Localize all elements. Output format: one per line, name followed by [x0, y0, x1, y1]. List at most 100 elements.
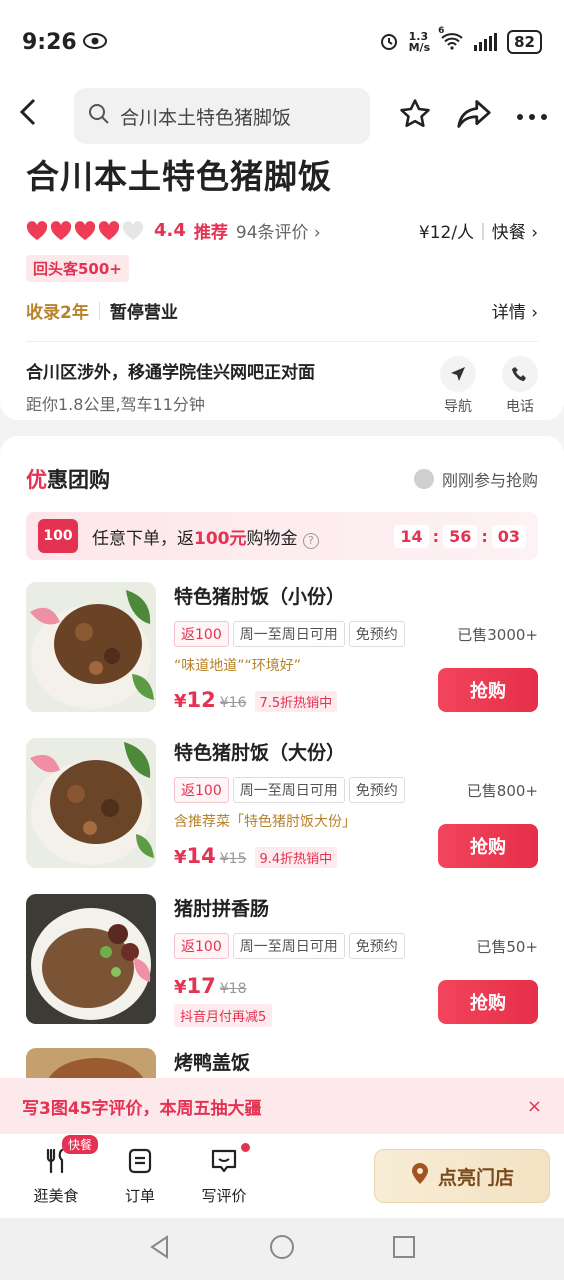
- deal-name: 猪肘拼香肠: [174, 898, 270, 920]
- deals-title: 优惠团购: [26, 468, 110, 492]
- sold-count: 已售50+: [476, 937, 538, 956]
- recents-square-icon[interactable]: [391, 1234, 417, 1264]
- review-chat-icon: [209, 1147, 239, 1179]
- current-price: ¥14: [174, 844, 216, 868]
- search-text: 合川本土特色猪脚饭: [120, 106, 292, 129]
- shop-info-card: 合川本土特色猪脚饭 4.4 推荐 94条评价 › ¥12/人 | 快餐 › 回头…: [0, 148, 564, 420]
- rating-hearts: [26, 220, 144, 241]
- light-up-store-button[interactable]: 点亮门店: [374, 1149, 550, 1203]
- no-reservation-tag: 免预约: [348, 621, 405, 647]
- call-button[interactable]: 电话: [502, 356, 538, 416]
- back-triangle-icon[interactable]: [147, 1234, 173, 1264]
- deal-name: 烤鸭盖饭: [174, 1052, 251, 1074]
- shop-title: 合川本土特色猪脚饭: [26, 157, 332, 196]
- business-status: 暂停营业: [109, 303, 178, 323]
- avatar: [413, 469, 434, 489]
- promo-bar[interactable]: 100 任意下单，返100元购物金 ? 14: 56: 03: [26, 512, 538, 560]
- original-price: ¥16: [219, 695, 247, 711]
- discount-badge: 7.5折热销中: [254, 691, 338, 712]
- address-row: 合川区涉外，移通学院佳兴网吧正对面 距你1.8公里,驾车11分钟 导航 电话: [26, 356, 538, 416]
- system-nav-bar: [0, 1218, 564, 1280]
- navigate-button[interactable]: 导航: [440, 356, 476, 416]
- navigation-arrow-icon: [440, 356, 476, 392]
- heart-empty-icon: [122, 220, 144, 240]
- chevron-left-icon: [19, 98, 36, 126]
- return-tag: 返100: [174, 933, 229, 959]
- promo-text: 任意下单，返100元购物金 ?: [92, 524, 319, 549]
- deal-item[interactable]: 特色猪肘饭（大份） 返100 周一至周日可用 免预约 已售800+ 含推荐菜「特…: [26, 738, 538, 868]
- alarm-icon: [379, 31, 399, 54]
- time-text: 9:26: [22, 29, 77, 55]
- nav-orders[interactable]: 订单: [98, 1147, 182, 1206]
- fast-food-badge: 快餐: [62, 1134, 98, 1154]
- heart-icon: [50, 220, 72, 240]
- return-tag: 返100: [174, 621, 229, 647]
- douyin-pay-tag: 抖音月付再减5: [174, 1004, 273, 1027]
- net-speed: 1.3 M/s: [408, 30, 431, 54]
- food-photo: [26, 894, 156, 1024]
- back-button[interactable]: [16, 96, 56, 136]
- signal-icon: [474, 33, 498, 51]
- discount-badge: 9.4折热销中: [254, 847, 338, 868]
- deal-item[interactable]: 烤鸭盖饭: [26, 1048, 538, 1078]
- current-price: ¥17: [174, 974, 216, 998]
- search-icon: [88, 103, 110, 130]
- share-icon[interactable]: [456, 97, 492, 135]
- deal-name: 特色猪肘饭（小份）: [174, 586, 346, 608]
- food-photo: [26, 582, 156, 712]
- heart-icon: [74, 220, 96, 240]
- status-bar: 9:26 1.3 M/s 6 82: [0, 0, 564, 84]
- deal-item[interactable]: 猪肘拼香肠 返100 周一至周日可用 免预约 已售50+ ¥17 ¥18 抖音月…: [26, 894, 538, 1027]
- nav-write-review[interactable]: 写评价: [182, 1142, 266, 1206]
- original-price: ¥18: [219, 981, 247, 997]
- order-list-icon: [126, 1147, 154, 1179]
- detail-link[interactable]: 详情 ›: [492, 298, 538, 323]
- help-icon: ?: [302, 532, 319, 549]
- deal-item[interactable]: 特色猪肘饭（小份） 返100 周一至周日可用 免预约 已售3000+ “味道地道…: [26, 582, 538, 712]
- bottom-nav: 快餐 逛美食 订单 写评价 点亮门店: [0, 1134, 564, 1218]
- review-promo-banner[interactable]: 写3图45字评价，本周五抽大疆 ×: [0, 1078, 564, 1134]
- reviews-link[interactable]: 94条评价 ›: [236, 218, 321, 243]
- price-row: ¥12 ¥16 7.5折热销中: [174, 688, 338, 712]
- sold-count: 已售3000+: [457, 625, 538, 644]
- location-pin-icon: [410, 1162, 430, 1190]
- top-bar: 合川本土特色猪脚饭: [0, 84, 564, 148]
- buy-button[interactable]: 抢购: [438, 668, 538, 712]
- current-price: ¥12: [174, 688, 216, 712]
- days-tag: 周一至周日可用: [232, 933, 345, 959]
- price-row: ¥14 ¥15 9.4折热销中: [174, 844, 338, 868]
- notification-dot: [241, 1142, 250, 1152]
- star-icon[interactable]: [398, 97, 432, 135]
- food-photo: [26, 1048, 156, 1078]
- home-circle-icon[interactable]: [268, 1233, 296, 1265]
- wifi-icon: 6: [438, 26, 464, 53]
- deal-name: 特色猪肘饭（大份）: [174, 742, 346, 764]
- search-input[interactable]: 合川本土特色猪脚饭: [74, 88, 370, 144]
- food-photo: [26, 738, 156, 868]
- buy-button[interactable]: 抢购: [438, 824, 538, 868]
- no-reservation-tag: 免预约: [348, 777, 405, 803]
- recommend-label: 推荐: [193, 223, 228, 243]
- nav-browse-food[interactable]: 快餐 逛美食: [14, 1134, 98, 1206]
- sold-count: 已售800+: [466, 781, 538, 800]
- joined-indicator: 刚刚参与抢购: [413, 467, 538, 491]
- status-time: 9:26: [22, 30, 107, 55]
- original-price: ¥15: [219, 851, 247, 867]
- price-row: ¥17 ¥18: [174, 974, 272, 998]
- status-icons: 1.3 M/s 6 82: [379, 26, 542, 54]
- more-icon[interactable]: [516, 107, 548, 126]
- return-tag: 返100: [174, 777, 229, 803]
- close-icon[interactable]: ×: [527, 1096, 542, 1117]
- no-reservation-tag: 免预约: [348, 933, 405, 959]
- buy-button[interactable]: 抢购: [438, 980, 538, 1024]
- avg-price: ¥12/人: [418, 223, 475, 243]
- address-text: 合川区涉外，移通学院佳兴网吧正对面: [26, 362, 315, 383]
- countdown-timer: 14: 56: 03: [394, 524, 526, 548]
- distance-text: 距你1.8公里,驾车11分钟: [26, 394, 205, 414]
- phone-icon: [502, 356, 538, 392]
- category-link[interactable]: 快餐 ›: [492, 218, 538, 243]
- battery-indicator: 82: [507, 30, 542, 54]
- rating-score: 4.4: [154, 220, 186, 241]
- status-row: 收录2年 暂停营业 详情 ›: [26, 298, 538, 342]
- heart-icon: [26, 220, 48, 240]
